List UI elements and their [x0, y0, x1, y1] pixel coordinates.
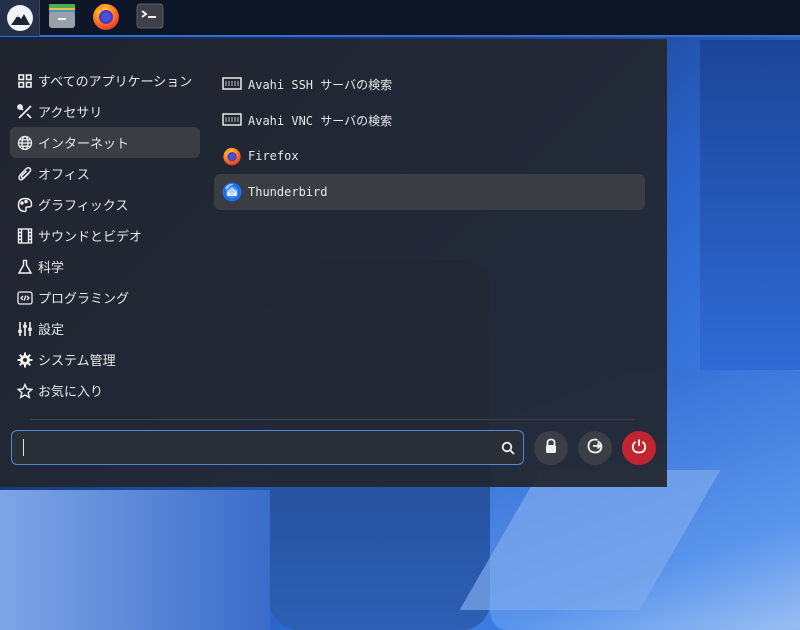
- flask-icon: [17, 259, 33, 275]
- start-menu-button[interactable]: [0, 0, 40, 36]
- category-graphics[interactable]: グラフィックス: [10, 189, 200, 220]
- grid-icon: [17, 73, 33, 89]
- thunderbird-icon: [222, 182, 242, 202]
- search-input[interactable]: [26, 440, 493, 455]
- globe-icon: [17, 135, 33, 151]
- tools-icon: [17, 103, 33, 120]
- app-avahi-vnc[interactable]: Avahi VNC サーバの検索: [214, 102, 645, 138]
- firefox-icon: [91, 1, 121, 35]
- logout-icon: [587, 438, 603, 458]
- taskbar-firefox[interactable]: [84, 0, 128, 36]
- lock-icon: [544, 438, 558, 458]
- film-icon: [17, 227, 33, 244]
- text-caret: [23, 439, 24, 456]
- star-icon: [17, 382, 33, 399]
- power-icon: [631, 438, 647, 458]
- category-internet[interactable]: インターネット: [10, 127, 200, 158]
- category-system-admin[interactable]: システム管理: [10, 344, 200, 375]
- app-label: Firefox: [248, 149, 299, 163]
- category-settings[interactable]: 設定: [10, 313, 200, 344]
- app-label: Thunderbird: [248, 185, 328, 199]
- sliders-icon: [17, 321, 33, 337]
- firefox-icon: [222, 146, 242, 166]
- category-all-applications[interactable]: すべてのアプリケーション: [10, 65, 200, 96]
- category-label: プログラミング: [38, 292, 130, 307]
- network-icon: [222, 110, 242, 130]
- taskbar: [0, 0, 800, 37]
- category-label: サウンドとビデオ: [38, 230, 143, 245]
- application-list: Avahi SSH サーバの検索 Avahi VNC サーバの検索 Firefo…: [214, 66, 645, 210]
- app-thunderbird[interactable]: Thunderbird: [214, 174, 645, 210]
- search-icon[interactable]: [493, 441, 523, 455]
- network-icon: [222, 74, 242, 94]
- terminal-icon: [136, 3, 164, 33]
- lock-screen-button[interactable]: [534, 431, 568, 465]
- taskbar-terminal[interactable]: [128, 0, 172, 36]
- app-firefox[interactable]: Firefox: [214, 138, 645, 174]
- app-avahi-ssh[interactable]: Avahi SSH サーバの検索: [214, 66, 645, 102]
- category-list: すべてのアプリケーション アクセサリ インターネット オフィス グラフィックス …: [10, 65, 200, 406]
- category-label: 科学: [38, 261, 65, 276]
- gear-icon: [17, 352, 33, 368]
- category-label: グラフィックス: [38, 199, 129, 214]
- category-favorites[interactable]: お気に入り: [10, 375, 200, 406]
- distro-logo-icon: [6, 4, 33, 31]
- category-label: オフィス: [38, 168, 90, 183]
- category-office[interactable]: オフィス: [10, 158, 200, 189]
- taskbar-file-manager[interactable]: [40, 0, 84, 36]
- app-label: Avahi VNC サーバの検索: [248, 113, 393, 128]
- wallpaper-shape: [700, 40, 800, 370]
- wallpaper-shape: [0, 490, 270, 630]
- category-label: インターネット: [38, 137, 130, 152]
- category-label: すべてのアプリケーション: [38, 75, 193, 90]
- category-label: アクセサリ: [38, 106, 103, 121]
- search-field[interactable]: [11, 430, 524, 465]
- power-button[interactable]: [622, 431, 656, 465]
- application-menu: すべてのアプリケーション アクセサリ インターネット オフィス グラフィックス …: [0, 39, 667, 487]
- file-manager-icon: [47, 1, 77, 35]
- category-label: 設定: [38, 323, 65, 338]
- category-accessories[interactable]: アクセサリ: [10, 96, 200, 127]
- logout-button[interactable]: [578, 431, 612, 465]
- menu-separator: [30, 419, 634, 420]
- app-label: Avahi SSH サーバの検索: [248, 77, 393, 92]
- category-sound-video[interactable]: サウンドとビデオ: [10, 220, 200, 251]
- category-programming[interactable]: プログラミング: [10, 282, 200, 313]
- code-icon: [17, 290, 33, 306]
- category-science[interactable]: 科学: [10, 251, 200, 282]
- category-label: システム管理: [38, 354, 116, 369]
- paperclip-icon: [17, 166, 33, 182]
- category-label: お気に入り: [38, 385, 104, 400]
- palette-icon: [17, 197, 33, 213]
